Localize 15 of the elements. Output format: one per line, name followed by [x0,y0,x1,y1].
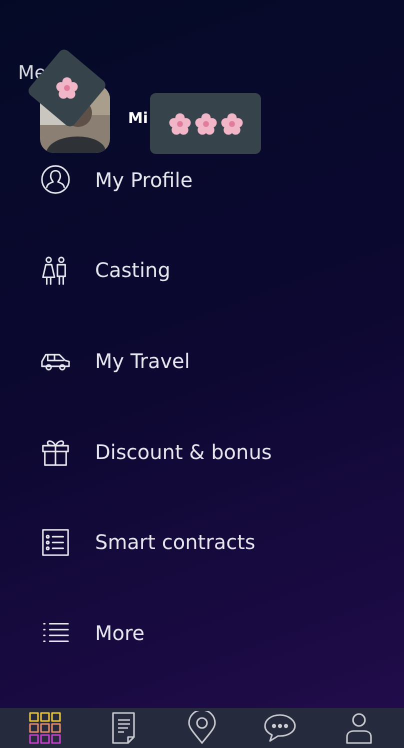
menu-item[interactable]: More [0,587,404,678]
menu-item[interactable]: My Travel [0,316,404,406]
menu-item[interactable]: Casting [0,225,404,316]
grid-icon [28,711,62,745]
menu-item[interactable]: Smart contracts [0,496,404,588]
menu-item[interactable]: Discount & bonus [0,406,404,497]
profile-icon [40,164,71,196]
user-name: Mi [128,109,148,127]
flower-icon [220,112,244,136]
chat-bubble-icon [263,711,298,745]
flower-icon [194,112,218,136]
checklist-icon [40,526,71,558]
flower-icon [168,112,192,136]
flower-icon [55,76,79,100]
menu-item[interactable]: My Profile [0,134,404,226]
